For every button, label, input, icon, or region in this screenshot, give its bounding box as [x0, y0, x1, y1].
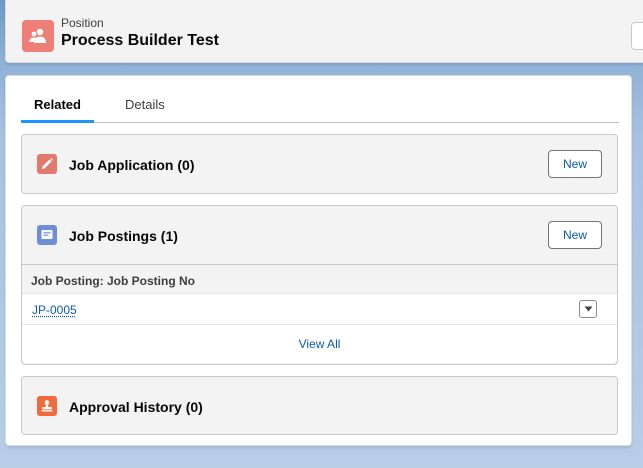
document-icon	[37, 225, 57, 245]
related-list-approval-history: Approval History (0)	[21, 376, 618, 435]
table-row: JP-0005	[22, 294, 617, 325]
tab-related[interactable]: Related	[21, 88, 94, 123]
new-job-posting-button[interactable]: New	[548, 221, 602, 249]
related-list-title[interactable]: Job Application (0)	[69, 157, 194, 173]
stamp-icon	[37, 396, 57, 416]
related-list-header: Approval History (0)	[22, 377, 617, 435]
view-all-footer: View All	[22, 325, 617, 363]
header-action-button[interactable]	[631, 22, 643, 50]
column-header-label[interactable]: Job Posting: Job Posting No	[31, 274, 195, 288]
related-list-job-postings: Job Postings (1) New Job Posting: Job Po…	[21, 205, 618, 365]
position-people-icon	[22, 20, 54, 52]
view-all-link[interactable]: View All	[22, 337, 617, 351]
related-panel: Related Details Job Application (0) New	[5, 75, 632, 446]
job-posting-link[interactable]: JP-0005	[32, 303, 77, 317]
related-list-header: Job Application (0) New	[22, 135, 617, 193]
new-job-application-button[interactable]: New	[548, 150, 602, 178]
tab-details[interactable]: Details	[125, 88, 165, 122]
column-header: Job Posting: Job Posting No	[22, 264, 617, 294]
related-list-title[interactable]: Approval History (0)	[69, 399, 203, 415]
tab-bar: Related Details	[21, 88, 619, 123]
object-type-label: Position	[61, 16, 104, 30]
pencil-icon	[37, 154, 57, 174]
record-header: Position Process Builder Test	[5, 0, 643, 63]
related-list-header: Job Postings (1) New	[22, 206, 617, 264]
chevron-down-icon	[584, 306, 593, 312]
related-list-title[interactable]: Job Postings (1)	[69, 228, 178, 244]
row-actions-menu[interactable]	[579, 300, 597, 318]
record-title: Process Builder Test	[61, 32, 219, 50]
related-list-job-application: Job Application (0) New	[21, 134, 618, 194]
